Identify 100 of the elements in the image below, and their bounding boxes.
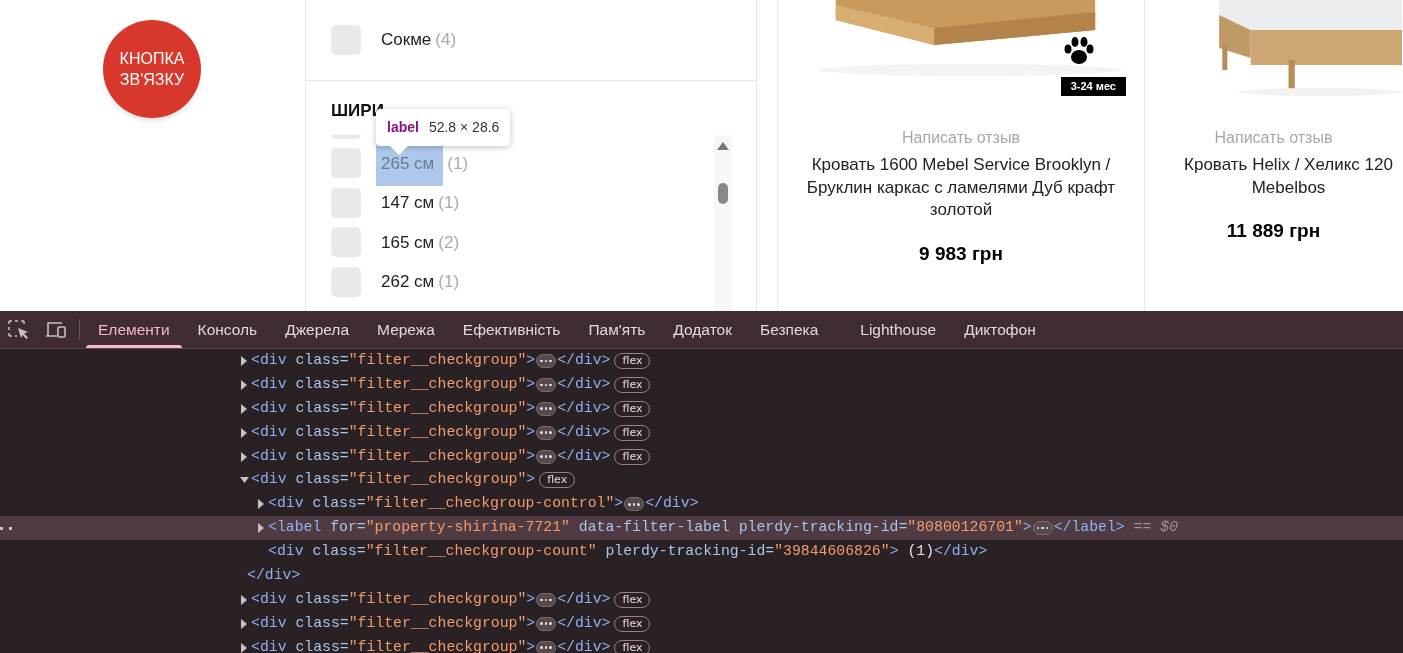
expand-triangle-icon[interactable] bbox=[240, 355, 249, 366]
ellipsis-button[interactable] bbox=[536, 640, 557, 653]
code-token: = bbox=[339, 637, 349, 653]
code-token: <label bbox=[268, 518, 322, 538]
expand-triangle-icon[interactable] bbox=[240, 642, 249, 653]
code-token: <div bbox=[251, 398, 287, 418]
code-token: "filter__checkgroup" bbox=[348, 351, 527, 370]
ellipsis-button[interactable] bbox=[536, 616, 557, 631]
code-token: "filter__checkgroup" bbox=[348, 398, 527, 418]
device-icon[interactable] bbox=[45, 320, 67, 339]
code-token: = bbox=[765, 542, 775, 562]
expand-triangle-icon[interactable] bbox=[240, 594, 249, 605]
code-token: <div bbox=[251, 374, 287, 394]
code-token: class bbox=[295, 422, 340, 442]
code-token: <div bbox=[251, 446, 287, 466]
code-token: > bbox=[526, 589, 536, 609]
code-token: > bbox=[526, 446, 536, 466]
expand-triangle-icon[interactable] bbox=[240, 451, 249, 462]
option-count: (2) bbox=[438, 231, 460, 254]
ellipsis-button[interactable] bbox=[536, 592, 557, 607]
code-token: "property-shirina-7721" bbox=[365, 518, 570, 538]
devtools-tab[interactable]: Консоль bbox=[183, 311, 272, 348]
code-token: "filter__checkgroup" bbox=[348, 374, 527, 394]
code-token: </div> bbox=[557, 398, 611, 418]
filter-option[interactable]: 147 см bbox=[381, 190, 435, 216]
code-token: </div> bbox=[557, 613, 611, 633]
ellipsis-button[interactable] bbox=[624, 497, 645, 512]
ellipsis-button[interactable] bbox=[536, 353, 557, 368]
code-token: <div bbox=[251, 637, 287, 653]
expand-triangle-icon[interactable] bbox=[240, 403, 249, 414]
product-card[interactable]: 3-24 мес Написать отзыв Кровать 1600 Mebel Service Brooklyn / Бруклин каркас с ламелями Дуб крафт золотой 9 983 грн bbox=[777, 0, 1144, 311]
devtools-tab[interactable]: Додаток bbox=[659, 311, 746, 348]
expand-triangle-icon[interactable] bbox=[257, 523, 266, 534]
ellipsis-button[interactable] bbox=[1032, 521, 1053, 536]
ellipsis-button[interactable] bbox=[536, 449, 557, 464]
inspect-icon[interactable] bbox=[8, 319, 30, 340]
code-token: class bbox=[312, 494, 357, 514]
code-token: <div bbox=[251, 422, 287, 442]
code-token: </div> bbox=[557, 351, 611, 370]
ellipsis-button[interactable] bbox=[536, 401, 557, 416]
code-token: class bbox=[312, 542, 357, 562]
code-token: </div> bbox=[557, 637, 611, 653]
devtools-tab[interactable]: Диктофон bbox=[950, 311, 1050, 348]
selected-node-row[interactable]: <label for="property-shirina-7721" data-filter-label plerdy-tracking-id="80800126701"> </label> == $0 bbox=[0, 516, 1403, 541]
code-token: <div bbox=[268, 494, 304, 514]
code-token: <div bbox=[268, 542, 304, 562]
devtools-tab[interactable]: Джерела bbox=[271, 311, 364, 348]
expand-triangle-icon[interactable] bbox=[240, 379, 249, 390]
ellipsis-button[interactable] bbox=[536, 377, 557, 392]
product-card[interactable]: Написать отзыв Кровать Helix / Хеликс 120 Mebelbos 11 889 грн bbox=[1144, 0, 1402, 311]
devtools-tab[interactable]: Безпека bbox=[745, 311, 833, 348]
code-token: class bbox=[295, 351, 340, 370]
filter-option[interactable]: 165 см bbox=[381, 229, 435, 255]
scrollbar[interactable] bbox=[714, 135, 732, 311]
code-token: (1) bbox=[907, 542, 935, 562]
code-token: = bbox=[339, 446, 349, 466]
code-token: > bbox=[1022, 518, 1032, 538]
ellipsis-button[interactable] bbox=[536, 425, 557, 440]
code-token: class bbox=[295, 374, 340, 394]
code-token: = bbox=[356, 542, 366, 562]
devtools-tab[interactable]: Lighthouse bbox=[846, 311, 951, 348]
code-token: "filter__checkgroup" bbox=[348, 422, 527, 442]
expand-triangle-icon[interactable] bbox=[257, 499, 266, 510]
devtools-tab[interactable]: Елементи bbox=[84, 311, 184, 348]
code-token: </div> bbox=[645, 494, 699, 514]
contact-button[interactable]: КНОПКА ЗВ'ЯЗКУ bbox=[103, 20, 201, 118]
code-token: data-filter-label bbox=[578, 518, 730, 538]
filter-option[interactable]: Сокме bbox=[381, 27, 432, 53]
product-title[interactable]: Кровать 1600 Mebel Service Brooklyn / Бруклин каркас с ламелями Дуб крафт золотой bbox=[778, 154, 1144, 222]
code-token: class bbox=[295, 398, 340, 418]
code-token: class bbox=[295, 589, 340, 609]
code-token: "filter__checkgroup" bbox=[348, 589, 527, 609]
code-token: = bbox=[898, 518, 908, 538]
code-token: class bbox=[295, 613, 340, 633]
devtools-tab[interactable]: Пам'ять bbox=[574, 311, 660, 348]
code-token: </div> bbox=[557, 589, 611, 609]
scroll-thumb[interactable] bbox=[718, 183, 728, 204]
expand-triangle-icon[interactable] bbox=[240, 618, 249, 629]
filter-option[interactable]: 262 см bbox=[381, 269, 435, 295]
devtools-tab[interactable]: Мережа bbox=[363, 311, 449, 348]
option-count: (4) bbox=[435, 29, 457, 51]
collapse-triangle-icon[interactable] bbox=[240, 475, 249, 486]
code-token: </label> bbox=[1053, 518, 1125, 538]
code-token: plerdy-tracking-id bbox=[605, 542, 766, 562]
code-token: </div> bbox=[557, 374, 611, 394]
code-token: </div> bbox=[247, 567, 301, 583]
option-count: (1) bbox=[438, 271, 460, 293]
expand-triangle-icon[interactable] bbox=[240, 427, 249, 438]
scroll-up-icon[interactable] bbox=[717, 142, 729, 151]
code-token: "80800126701" bbox=[907, 518, 1023, 538]
code-token: "filter__checkgroup" bbox=[348, 637, 527, 653]
code-token: = bbox=[356, 494, 366, 514]
code-token: "filter__checkgroup-control" bbox=[365, 494, 615, 514]
code-token: = bbox=[339, 613, 349, 633]
product-title[interactable]: Кровать Helix / Хеликс 120 Mebelbos bbox=[1144, 154, 1403, 199]
console-reference: == $0 bbox=[1133, 518, 1178, 538]
code-token: class bbox=[295, 637, 340, 653]
code-token: > bbox=[614, 494, 624, 514]
code-token: = bbox=[339, 374, 349, 394]
devtools-tab[interactable]: Ефективність bbox=[448, 311, 575, 348]
